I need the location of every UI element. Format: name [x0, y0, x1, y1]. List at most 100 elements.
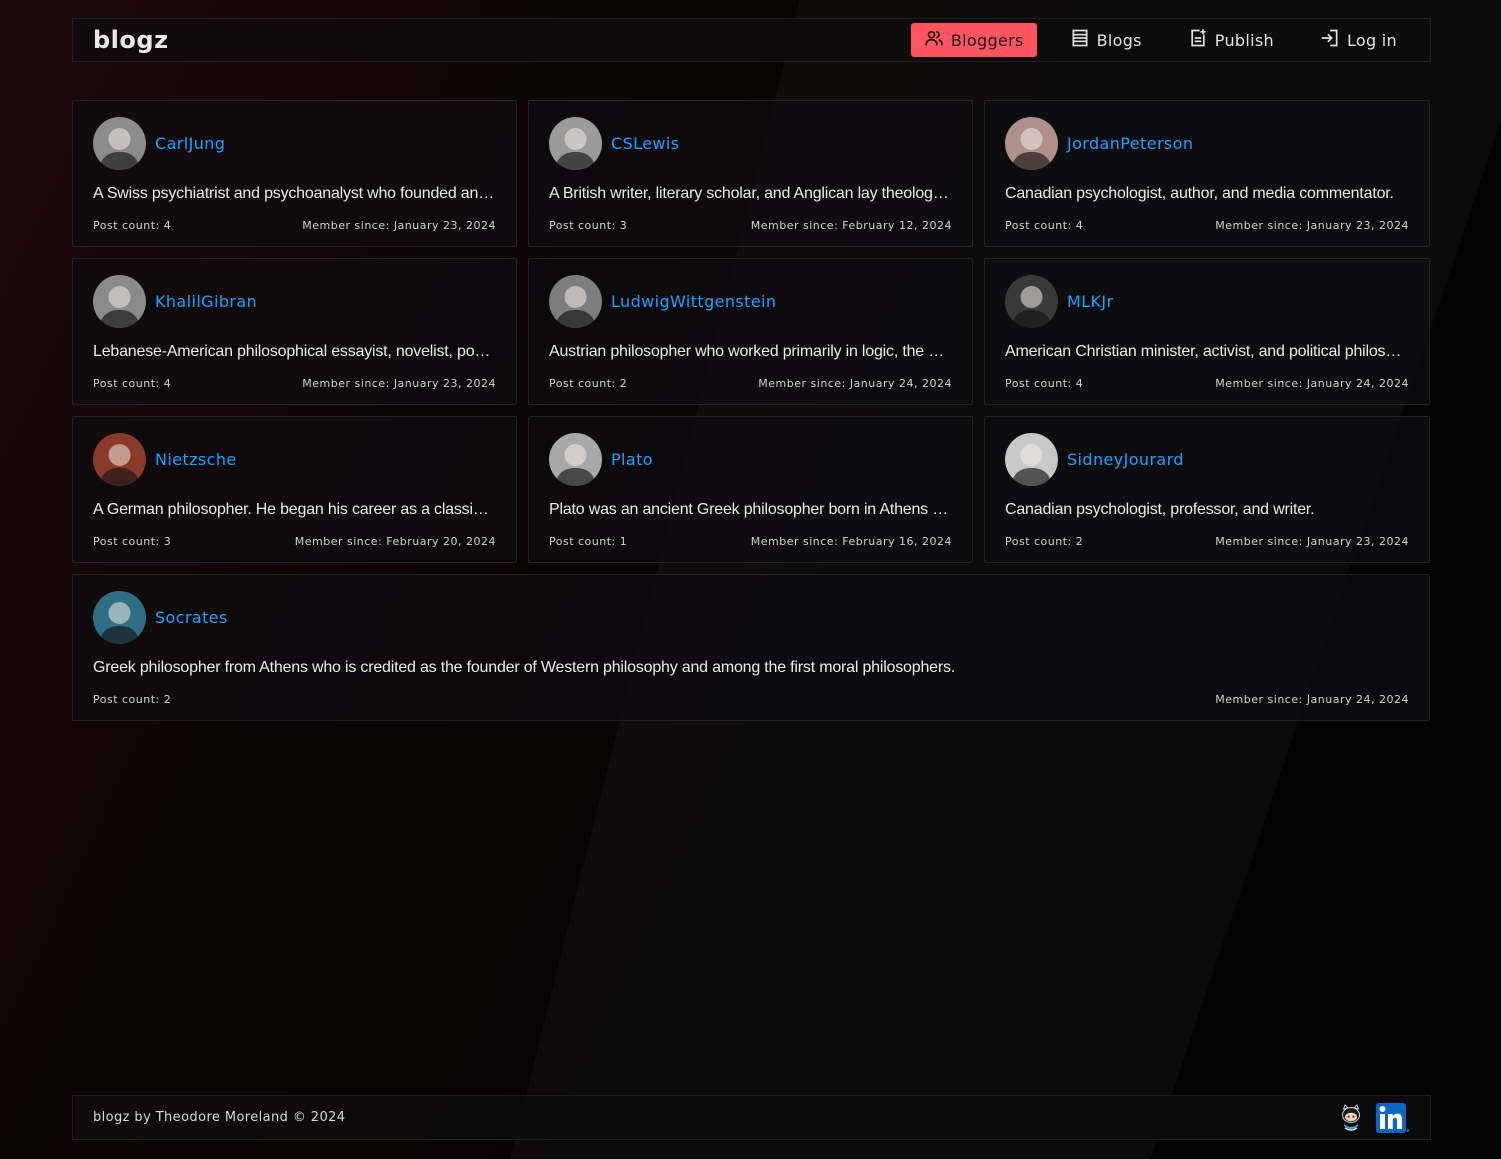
blogger-card-header: KhalilGibran	[93, 274, 496, 328]
blogger-meta: Post count: 4 Member since: January 23, …	[93, 377, 496, 390]
member-since: Member since: January 24, 2024	[1215, 377, 1409, 390]
blogger-bio: A Swiss psychiatrist and psychoanalyst w…	[93, 185, 496, 202]
top-navbar: blogz Bloggers Blogs Publish Log in	[72, 18, 1431, 62]
footer-credit: blogz by Theodore Moreland © 2024	[93, 1110, 346, 1125]
avatar[interactable]	[549, 116, 602, 170]
post-count: Post count: 3	[93, 535, 172, 548]
blogger-card[interactable]: CSLewis A British writer, literary schol…	[528, 100, 973, 247]
post-count: Post count: 2	[93, 693, 172, 706]
post-count: Post count: 4	[93, 219, 172, 232]
document-add-icon	[1188, 28, 1208, 52]
blogger-card-header: Nietzsche	[93, 432, 496, 486]
blogger-bio: A British writer, literary scholar, and …	[549, 185, 952, 202]
avatar[interactable]	[549, 432, 602, 486]
blogger-meta: Post count: 3 Member since: February 20,…	[93, 535, 496, 548]
post-count: Post count: 1	[549, 535, 628, 548]
member-since: Member since: February 16, 2024	[750, 535, 952, 548]
blogger-bio: Plato was an ancient Greek philosopher b…	[549, 501, 952, 518]
blogger-username[interactable]: Plato	[611, 450, 653, 469]
nav-login-label: Log in	[1346, 30, 1397, 50]
blogger-card[interactable]: Socrates Greek philosopher from Athens w…	[72, 574, 1430, 721]
member-since: Member since: January 23, 2024	[302, 219, 496, 232]
post-count: Post count: 4	[1005, 219, 1084, 232]
blogger-card[interactable]: CarlJung A Swiss psychiatrist and psycho…	[72, 100, 517, 247]
nav-bloggers[interactable]: Bloggers	[910, 23, 1037, 57]
blogger-bio: A German philosopher. He began his caree…	[93, 501, 496, 518]
avatar[interactable]	[93, 274, 146, 328]
blogger-card[interactable]: Plato Plato was an ancient Greek philoso…	[528, 416, 973, 563]
avatar[interactable]	[93, 432, 146, 486]
blogger-card-header: MLKJr	[1005, 274, 1409, 328]
blogger-meta: Post count: 2 Member since: January 24, …	[93, 693, 1409, 706]
blogger-username[interactable]: LudwigWittgenstein	[611, 292, 776, 311]
avatar[interactable]	[1005, 274, 1058, 328]
blogger-meta: Post count: 1 Member since: February 16,…	[549, 535, 952, 548]
avatar[interactable]	[1005, 432, 1058, 486]
nav-publish[interactable]: Publish	[1175, 23, 1287, 57]
blogger-username[interactable]: Socrates	[155, 608, 228, 627]
post-count: Post count: 2	[549, 377, 628, 390]
blogger-bio: Lebanese-American philosophical essayist…	[93, 343, 496, 360]
blogger-bio: Canadian psychologist, author, and media…	[1005, 185, 1394, 202]
blogger-username[interactable]: CarlJung	[155, 134, 225, 153]
blogger-meta: Post count: 4 Member since: January 23, …	[93, 219, 496, 232]
nav-blogs[interactable]: Blogs	[1057, 23, 1155, 57]
blogger-username[interactable]: SidneyJourard	[1067, 450, 1184, 469]
blogger-card[interactable]: JordanPeterson Canadian psychologist, au…	[984, 100, 1430, 247]
blogger-card[interactable]: MLKJr American Christian minister, activ…	[984, 258, 1430, 405]
nav-bloggers-label: Bloggers	[950, 30, 1024, 50]
nav-publish-label: Publish	[1214, 30, 1274, 50]
blogger-username[interactable]: KhalilGibran	[155, 292, 257, 311]
blogger-card-header: Plato	[549, 432, 952, 486]
member-since: Member since: February 12, 2024	[750, 219, 952, 232]
blogger-meta: Post count: 4 Member since: January 23, …	[1005, 219, 1409, 232]
blogger-card[interactable]: SidneyJourard Canadian psychologist, pro…	[984, 416, 1430, 563]
linkedin-icon[interactable]	[1376, 1102, 1410, 1133]
blogger-bio: Austrian philosopher who worked primaril…	[549, 343, 952, 360]
post-count: Post count: 4	[1005, 377, 1084, 390]
footer-social-links	[1340, 1102, 1410, 1133]
member-since: Member since: January 24, 2024	[1215, 693, 1409, 706]
avatar[interactable]	[93, 590, 146, 644]
footer: blogz by Theodore Moreland © 2024	[72, 1095, 1431, 1140]
book-icon	[1070, 28, 1090, 52]
blogger-meta: Post count: 2 Member since: January 23, …	[1005, 535, 1409, 548]
blogger-meta: Post count: 4 Member since: January 24, …	[1005, 377, 1409, 390]
post-count: Post count: 3	[549, 219, 628, 232]
blogger-username[interactable]: CSLewis	[611, 134, 679, 153]
github-icon[interactable]	[1340, 1103, 1362, 1132]
users-icon	[924, 28, 944, 52]
avatar[interactable]	[1005, 116, 1058, 170]
nav-links: Bloggers Blogs Publish Log in	[891, 23, 1410, 57]
avatar[interactable]	[549, 274, 602, 328]
blogger-username[interactable]: Nietzsche	[155, 450, 237, 469]
blogger-card-header: SidneyJourard	[1005, 432, 1409, 486]
blogger-card-header: CSLewis	[549, 116, 952, 170]
blogger-grid: CarlJung A Swiss psychiatrist and psycho…	[72, 100, 1431, 721]
post-count: Post count: 2	[1005, 535, 1084, 548]
blogger-username[interactable]: JordanPeterson	[1067, 134, 1193, 153]
blogger-bio: American Christian minister, activist, a…	[1005, 343, 1409, 360]
blogger-username[interactable]: MLKJr	[1067, 292, 1114, 311]
blogger-meta: Post count: 3 Member since: February 12,…	[549, 219, 952, 232]
nav-blogs-label: Blogs	[1096, 30, 1142, 50]
member-since: Member since: January 24, 2024	[758, 377, 952, 390]
blogger-bio: Canadian psychologist, professor, and wr…	[1005, 501, 1315, 518]
nav-login[interactable]: Log in	[1307, 23, 1410, 57]
blogger-card[interactable]: LudwigWittgenstein Austrian philosopher …	[528, 258, 973, 405]
blogger-bio: Greek philosopher from Athens who is cre…	[93, 659, 956, 676]
member-since: Member since: February 20, 2024	[294, 535, 496, 548]
login-icon	[1320, 28, 1340, 52]
post-count: Post count: 4	[93, 377, 172, 390]
blogger-card[interactable]: KhalilGibran Lebanese-American philosoph…	[72, 258, 517, 405]
brand-logo[interactable]: blogz	[93, 26, 169, 54]
blogger-card-header: LudwigWittgenstein	[549, 274, 952, 328]
avatar[interactable]	[93, 116, 146, 170]
blogger-card-header: JordanPeterson	[1005, 116, 1409, 170]
blogger-card[interactable]: Nietzsche A German philosopher. He began…	[72, 416, 517, 563]
member-since: Member since: January 23, 2024	[1215, 535, 1409, 548]
member-since: Member since: January 23, 2024	[302, 377, 496, 390]
blogger-card-header: CarlJung	[93, 116, 496, 170]
blogger-card-header: Socrates	[93, 590, 1409, 644]
member-since: Member since: January 23, 2024	[1215, 219, 1409, 232]
